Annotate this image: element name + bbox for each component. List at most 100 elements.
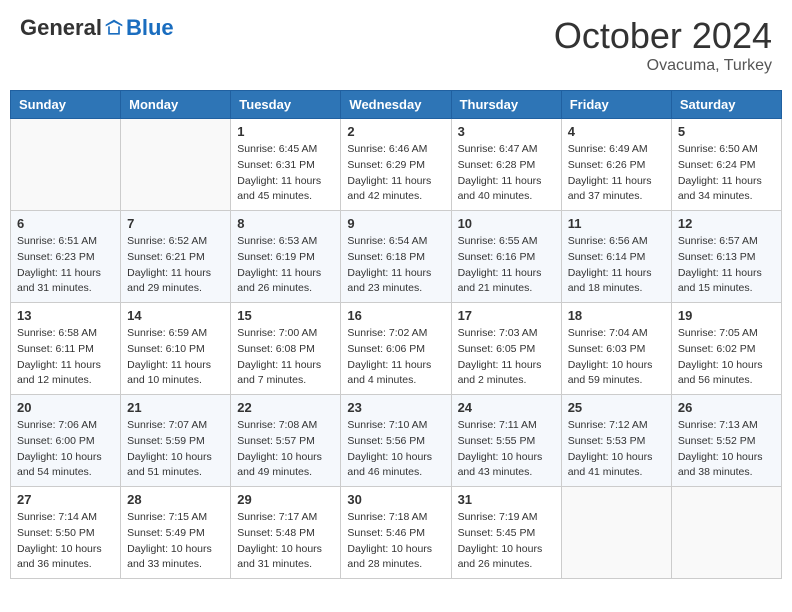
calendar-cell: 19 Sunrise: 7:05 AMSunset: 6:02 PMDayligh…	[671, 303, 781, 395]
day-number: 14	[127, 308, 224, 323]
day-number: 28	[127, 492, 224, 507]
day-info: Sunrise: 6:56 AMSunset: 6:14 PMDaylight:…	[568, 234, 665, 297]
calendar-cell: 18 Sunrise: 7:04 AMSunset: 6:03 PMDayligh…	[561, 303, 671, 395]
day-info: Sunrise: 7:13 AMSunset: 5:52 PMDaylight:…	[678, 418, 775, 481]
calendar-cell: 5 Sunrise: 6:50 AMSunset: 6:24 PMDaylight…	[671, 119, 781, 211]
calendar-cell: 24Sunrise: 7:11 AMSunset: 5:55 PMDayligh…	[451, 395, 561, 487]
day-number: 2	[347, 124, 444, 139]
logo-general-text: General	[20, 15, 102, 41]
calendar-cell: 11Sunrise: 6:56 AMSunset: 6:14 PMDayligh…	[561, 211, 671, 303]
day-number: 9	[347, 216, 444, 231]
day-number: 23	[347, 400, 444, 415]
day-number: 24	[458, 400, 555, 415]
day-number: 10	[458, 216, 555, 231]
day-number: 27	[17, 492, 114, 507]
calendar-cell: 12 Sunrise: 6:57 AMSunset: 6:13 PMDayligh…	[671, 211, 781, 303]
calendar-cell: 22 Sunrise: 7:08 AMSunset: 5:57 PMDayligh…	[231, 395, 341, 487]
calendar-table: SundayMondayTuesdayWednesdayThursdayFrid…	[10, 90, 782, 579]
day-number: 12	[678, 216, 775, 231]
calendar-week-row: 20 Sunrise: 7:06 AMSunset: 6:00 PMDayligh…	[11, 395, 782, 487]
calendar-cell: 28 Sunrise: 7:15 AMSunset: 5:49 PMDayligh…	[121, 487, 231, 579]
calendar-cell: 2Sunrise: 6:46 AMSunset: 6:29 PMDaylight…	[341, 119, 451, 211]
calendar-cell: 29Sunrise: 7:17 AMSunset: 5:48 PMDayligh…	[231, 487, 341, 579]
calendar-week-row: 1 Sunrise: 6:45 AMSunset: 6:31 PMDaylight…	[11, 119, 782, 211]
calendar-cell: 13 Sunrise: 6:58 AMSunset: 6:11 PMDayligh…	[11, 303, 121, 395]
calendar-cell	[561, 487, 671, 579]
day-number: 21	[127, 400, 224, 415]
day-number: 26	[678, 400, 775, 415]
day-info: Sunrise: 6:58 AMSunset: 6:11 PMDaylight:…	[17, 326, 114, 389]
weekday-header-thursday: Thursday	[451, 91, 561, 119]
day-number: 31	[458, 492, 555, 507]
day-number: 3	[458, 124, 555, 139]
day-number: 22	[237, 400, 334, 415]
calendar-cell: 7Sunrise: 6:52 AMSunset: 6:21 PMDaylight…	[121, 211, 231, 303]
day-number: 5	[678, 124, 775, 139]
day-number: 19	[678, 308, 775, 323]
day-number: 8	[237, 216, 334, 231]
day-info: Sunrise: 6:51 AMSunset: 6:23 PMDaylight:…	[17, 234, 114, 297]
calendar-cell: 6 Sunrise: 6:51 AMSunset: 6:23 PMDaylight…	[11, 211, 121, 303]
day-info: Sunrise: 6:53 AMSunset: 6:19 PMDaylight:…	[237, 234, 334, 297]
logo-blue-text: Blue	[126, 15, 174, 41]
calendar-cell: 26 Sunrise: 7:13 AMSunset: 5:52 PMDayligh…	[671, 395, 781, 487]
calendar-week-row: 27Sunrise: 7:14 AMSunset: 5:50 PMDayligh…	[11, 487, 782, 579]
day-info: Sunrise: 7:15 AMSunset: 5:49 PMDaylight:…	[127, 510, 224, 573]
day-info: Sunrise: 7:02 AMSunset: 6:06 PMDaylight:…	[347, 326, 444, 389]
logo: General Blue	[20, 15, 174, 41]
day-info: Sunrise: 6:54 AMSunset: 6:18 PMDaylight:…	[347, 234, 444, 297]
calendar-cell: 14 Sunrise: 6:59 AMSunset: 6:10 PMDayligh…	[121, 303, 231, 395]
calendar-cell	[121, 119, 231, 211]
calendar-cell: 21 Sunrise: 7:07 AMSunset: 5:59 PMDayligh…	[121, 395, 231, 487]
day-info: Sunrise: 7:06 AMSunset: 6:00 PMDaylight:…	[17, 418, 114, 481]
day-number: 16	[347, 308, 444, 323]
day-number: 7	[127, 216, 224, 231]
day-info: Sunrise: 7:07 AMSunset: 5:59 PMDaylight:…	[127, 418, 224, 481]
calendar-cell: 25Sunrise: 7:12 AMSunset: 5:53 PMDayligh…	[561, 395, 671, 487]
calendar-cell: 20 Sunrise: 7:06 AMSunset: 6:00 PMDayligh…	[11, 395, 121, 487]
calendar-cell	[671, 487, 781, 579]
calendar-cell: 8 Sunrise: 6:53 AMSunset: 6:19 PMDaylight…	[231, 211, 341, 303]
day-number: 29	[237, 492, 334, 507]
weekday-header-saturday: Saturday	[671, 91, 781, 119]
day-info: Sunrise: 6:49 AMSunset: 6:26 PMDaylight:…	[568, 142, 665, 205]
month-title: October 2024 Ovacuma, Turkey	[554, 15, 772, 75]
day-info: Sunrise: 7:05 AMSunset: 6:02 PMDaylight:…	[678, 326, 775, 389]
day-number: 17	[458, 308, 555, 323]
day-number: 13	[17, 308, 114, 323]
day-info: Sunrise: 7:12 AMSunset: 5:53 PMDaylight:…	[568, 418, 665, 481]
calendar-cell: 1 Sunrise: 6:45 AMSunset: 6:31 PMDaylight…	[231, 119, 341, 211]
day-number: 18	[568, 308, 665, 323]
day-info: Sunrise: 6:50 AMSunset: 6:24 PMDaylight:…	[678, 142, 775, 205]
calendar-cell: 17 Sunrise: 7:03 AMSunset: 6:05 PMDayligh…	[451, 303, 561, 395]
calendar-cell: 10Sunrise: 6:55 AMSunset: 6:16 PMDayligh…	[451, 211, 561, 303]
day-info: Sunrise: 7:19 AMSunset: 5:45 PMDaylight:…	[458, 510, 555, 573]
day-info: Sunrise: 7:18 AMSunset: 5:46 PMDaylight:…	[347, 510, 444, 573]
calendar-cell: 27Sunrise: 7:14 AMSunset: 5:50 PMDayligh…	[11, 487, 121, 579]
calendar-cell: 23 Sunrise: 7:10 AMSunset: 5:56 PMDayligh…	[341, 395, 451, 487]
day-info: Sunrise: 6:57 AMSunset: 6:13 PMDaylight:…	[678, 234, 775, 297]
day-info: Sunrise: 6:47 AMSunset: 6:28 PMDaylight:…	[458, 142, 555, 205]
day-info: Sunrise: 6:45 AMSunset: 6:31 PMDaylight:…	[237, 142, 334, 205]
calendar-cell: 3 Sunrise: 6:47 AMSunset: 6:28 PMDaylight…	[451, 119, 561, 211]
calendar-week-row: 6 Sunrise: 6:51 AMSunset: 6:23 PMDaylight…	[11, 211, 782, 303]
weekday-header-friday: Friday	[561, 91, 671, 119]
day-number: 6	[17, 216, 114, 231]
calendar-cell: 31 Sunrise: 7:19 AMSunset: 5:45 PMDayligh…	[451, 487, 561, 579]
day-info: Sunrise: 7:08 AMSunset: 5:57 PMDaylight:…	[237, 418, 334, 481]
calendar-week-row: 13 Sunrise: 6:58 AMSunset: 6:11 PMDayligh…	[11, 303, 782, 395]
month-year-heading: October 2024	[554, 15, 772, 57]
calendar-cell: 4 Sunrise: 6:49 AMSunset: 6:26 PMDaylight…	[561, 119, 671, 211]
weekday-header-sunday: Sunday	[11, 91, 121, 119]
day-number: 20	[17, 400, 114, 415]
page-header: General Blue October 2024 Ovacuma, Turke…	[10, 10, 782, 80]
day-info: Sunrise: 6:59 AMSunset: 6:10 PMDaylight:…	[127, 326, 224, 389]
weekday-header-tuesday: Tuesday	[231, 91, 341, 119]
day-number: 1	[237, 124, 334, 139]
day-info: Sunrise: 7:03 AMSunset: 6:05 PMDaylight:…	[458, 326, 555, 389]
day-info: Sunrise: 7:10 AMSunset: 5:56 PMDaylight:…	[347, 418, 444, 481]
day-info: Sunrise: 7:00 AMSunset: 6:08 PMDaylight:…	[237, 326, 334, 389]
weekday-header-monday: Monday	[121, 91, 231, 119]
day-number: 4	[568, 124, 665, 139]
day-info: Sunrise: 7:04 AMSunset: 6:03 PMDaylight:…	[568, 326, 665, 389]
